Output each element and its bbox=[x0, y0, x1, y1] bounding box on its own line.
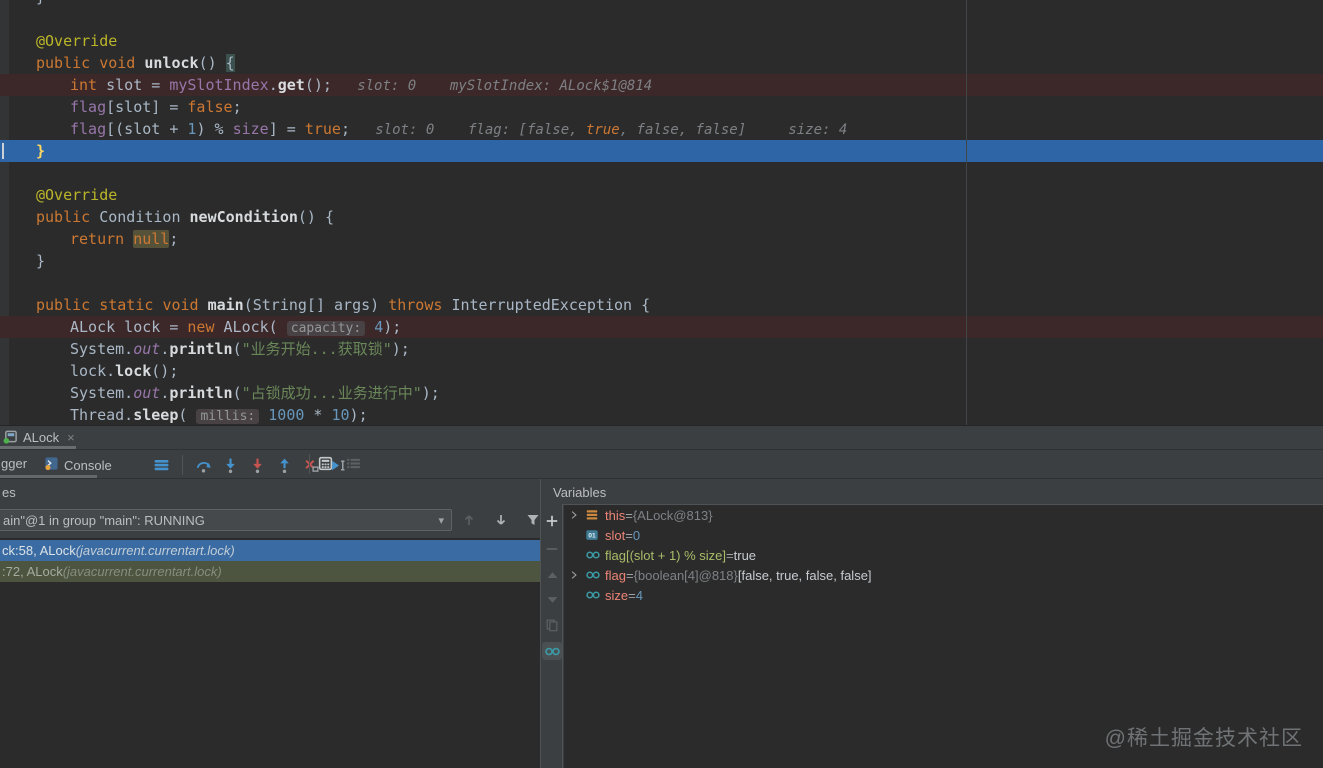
code-line: lock.lock(); bbox=[70, 362, 179, 380]
step-into-icon[interactable] bbox=[222, 457, 239, 474]
toolbar-separator bbox=[309, 454, 310, 474]
primitive-icon: 01 bbox=[585, 528, 605, 542]
tab-debugger[interactable]: gger bbox=[1, 456, 27, 471]
code-line: public Condition newCondition() { bbox=[36, 208, 335, 226]
variable-name: slot bbox=[605, 527, 626, 543]
stack-frame-row[interactable]: :72, ALock (javacurrent.currentart.lock) bbox=[0, 561, 540, 582]
force-step-into-icon[interactable] bbox=[249, 457, 266, 474]
variable-value: 0 bbox=[632, 527, 641, 543]
variable-value: {ALock@813} bbox=[632, 507, 713, 523]
frame-package: (javacurrent.currentart.lock) bbox=[62, 564, 222, 579]
code-line: } bbox=[0, 0, 1323, 8]
show-watches-button[interactable] bbox=[542, 642, 562, 660]
down-arrow-icon[interactable] bbox=[492, 511, 509, 528]
variable-row[interactable]: this = {ALock@813} bbox=[563, 505, 1323, 525]
frame-package: (javacurrent.currentart.lock) bbox=[75, 543, 235, 558]
watch-icon bbox=[585, 569, 605, 581]
hamburger-icon[interactable] bbox=[153, 457, 170, 474]
console-icon bbox=[44, 456, 59, 474]
ide-window: } @Override public void unlock() { int slot… bbox=[0, 0, 1323, 768]
debug-tab-alock[interactable]: ALock × bbox=[3, 427, 75, 448]
code-line: } bbox=[36, 252, 46, 270]
code-line: System.out.println("业务开始...获取锁"); bbox=[70, 340, 410, 358]
variable-row[interactable]: flag = {boolean[4]@818} [false, true, fa… bbox=[563, 565, 1323, 585]
variable-name: this bbox=[605, 507, 626, 523]
console-tab-label: Console bbox=[64, 457, 112, 473]
variable-row[interactable]: size = 4 bbox=[563, 585, 1323, 605]
code-line: int slot = mySlotIndex.get(); slot: 0 my… bbox=[0, 74, 1323, 96]
code-line: public void unlock() { bbox=[36, 54, 235, 72]
move-down-button[interactable] bbox=[543, 590, 561, 608]
step-out-icon[interactable] bbox=[276, 457, 293, 474]
layout-settings-icon[interactable] bbox=[345, 455, 362, 472]
code-line: public static void main(String[] args) t… bbox=[36, 296, 651, 314]
watch-toolbar bbox=[541, 504, 563, 768]
variables-panel-header: Variables bbox=[553, 485, 607, 500]
stack-frame-row[interactable]: ck:58, ALock (javacurrent.currentart.loc… bbox=[0, 540, 540, 561]
watch-icon bbox=[585, 589, 605, 601]
variable-value: true bbox=[733, 547, 757, 563]
equals-sign: = bbox=[625, 567, 634, 583]
duplicate-button[interactable] bbox=[543, 616, 561, 634]
active-tab-underline bbox=[0, 446, 76, 449]
chevron-right-icon[interactable] bbox=[563, 509, 585, 521]
frames-panel-header: es bbox=[2, 485, 16, 500]
variable-name: flag bbox=[605, 567, 626, 583]
run-console-icon bbox=[3, 429, 18, 447]
close-icon[interactable]: × bbox=[67, 430, 75, 445]
watermark: @稀土掘金技术社区 bbox=[1104, 727, 1303, 750]
variable-value-preview: [false, true, false, false] bbox=[737, 567, 872, 583]
code-line: } bbox=[0, 140, 1323, 162]
thread-selector[interactable]: ain"@1 in group "main": RUNNING ▾ bbox=[0, 509, 452, 531]
code-line: ALock lock = new ALock( capacity: 4); bbox=[0, 316, 1323, 338]
frame-location: :72, ALock bbox=[2, 564, 63, 579]
remove-watch-button[interactable] bbox=[543, 540, 561, 558]
debug-tool-window: ALock × gger Console es ain"@1 in group … bbox=[0, 425, 1323, 768]
code-line: flag[slot] = false; bbox=[70, 98, 242, 116]
evaluate-expression-icon[interactable] bbox=[317, 455, 334, 472]
debug-tab-title: ALock bbox=[23, 430, 60, 445]
frame-location: ck:58, ALock bbox=[2, 543, 76, 558]
text-caret bbox=[2, 143, 4, 159]
equals-sign: = bbox=[625, 527, 633, 543]
variable-value: 4 bbox=[635, 587, 643, 603]
variable-name: flag[(slot + 1) % size] bbox=[605, 547, 727, 563]
svg-text:01: 01 bbox=[588, 533, 596, 540]
code-editor[interactable]: } @Override public void unlock() { int slot… bbox=[0, 0, 1323, 425]
move-up-button[interactable] bbox=[543, 566, 561, 584]
variable-name: size bbox=[605, 587, 629, 603]
variable-value: {boolean[4]@818} bbox=[633, 567, 738, 583]
debugger-toolbar: gger Console bbox=[0, 450, 1323, 479]
up-arrow-icon[interactable] bbox=[460, 511, 477, 528]
right-margin-guide bbox=[966, 0, 967, 425]
code-area: } @Override public void unlock() { int slot… bbox=[0, 0, 1323, 425]
filter-icon[interactable] bbox=[524, 511, 541, 528]
code-line: System.out.println("占锁成功...业务进行中"); bbox=[70, 384, 440, 402]
code-line: flag[(slot + 1) % size] = true; slot: 0 … bbox=[70, 120, 848, 138]
equals-sign: = bbox=[625, 507, 633, 523]
chevron-right-icon[interactable] bbox=[563, 569, 585, 581]
toolbar-separator bbox=[182, 455, 183, 475]
tab-console[interactable]: Console bbox=[44, 456, 112, 474]
active-subtab-underline bbox=[0, 475, 97, 478]
code-line: return null; bbox=[70, 230, 179, 248]
thread-selector-value: ain"@1 in group "main": RUNNING bbox=[3, 512, 205, 528]
object-icon bbox=[585, 508, 605, 522]
variable-row[interactable]: 01 slot = 0 bbox=[563, 525, 1323, 545]
step-over-icon[interactable] bbox=[195, 457, 212, 474]
variable-row[interactable]: flag[(slot + 1) % size] = true bbox=[563, 545, 1323, 565]
dropdown-arrow-icon: ▾ bbox=[438, 514, 444, 527]
equals-sign: = bbox=[726, 547, 734, 563]
code-line: @Override bbox=[36, 186, 118, 204]
add-watch-button[interactable] bbox=[543, 512, 561, 530]
tool-window-tab-bar: ALock × bbox=[0, 426, 1323, 450]
equals-sign: = bbox=[628, 587, 636, 603]
code-line: @Override bbox=[36, 32, 118, 50]
code-line: Thread.sleep( millis: 1000 * 10); bbox=[70, 406, 368, 424]
watch-icon bbox=[585, 549, 605, 561]
